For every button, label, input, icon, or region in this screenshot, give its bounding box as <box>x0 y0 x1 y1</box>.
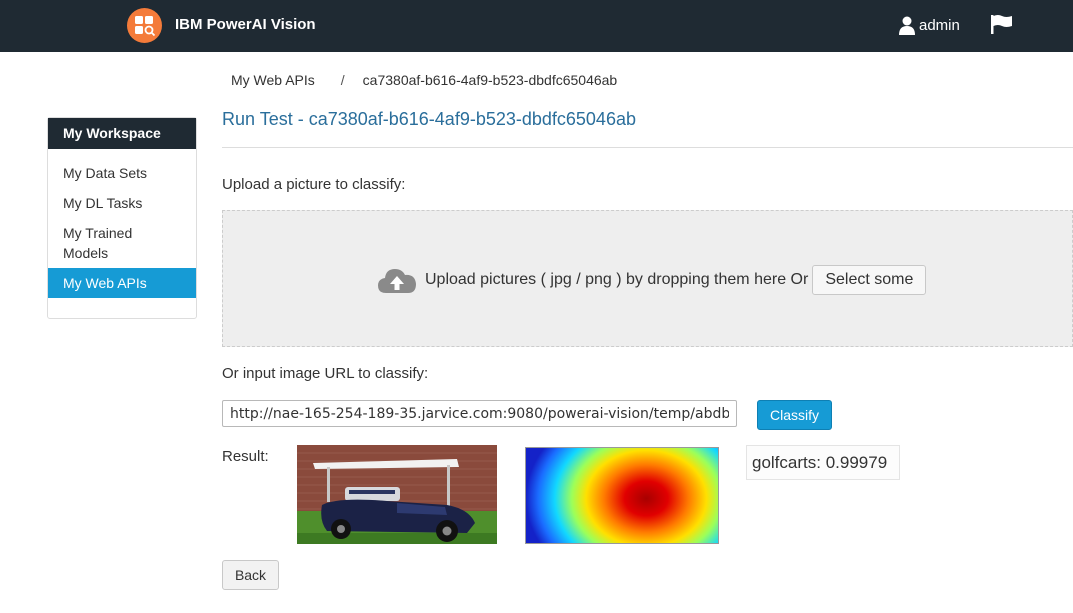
url-label: Or input image URL to classify: <box>222 365 429 382</box>
sidebar-item-dl-tasks[interactable]: My DL Tasks <box>48 193 196 213</box>
upload-dropzone[interactable]: Upload pictures ( jpg / png ) by droppin… <box>222 210 1073 347</box>
sidebar-item-data-sets[interactable]: My Data Sets <box>48 163 196 183</box>
brand-title[interactable]: IBM PowerAI Vision <box>175 16 316 33</box>
top-navbar: IBM PowerAI Vision admin <box>0 0 1073 52</box>
workspace-sidebar: My Workspace My Data Sets My DL Tasks My… <box>47 117 197 319</box>
user-menu[interactable]: admin <box>899 14 960 36</box>
result-heatmap <box>525 447 719 544</box>
result-image <box>297 445 497 544</box>
breadcrumb-current: ca7380af-b616-4af9-b523-dbdfc65046ab <box>362 72 618 88</box>
breadcrumb-parent-link[interactable]: My Web APIs <box>231 72 315 88</box>
classify-button[interactable]: Classify <box>757 400 832 430</box>
result-label: Result: <box>222 448 269 465</box>
page-title: Run Test - ca7380af-b616-4af9-b523-dbdfc… <box>222 109 636 129</box>
select-files-button[interactable]: Select some <box>812 265 927 295</box>
title-divider <box>222 147 1073 148</box>
cloud-upload-icon <box>378 269 416 293</box>
classification-result: golfcarts: 0.99979 <box>746 445 900 480</box>
dropzone-text: Upload pictures ( jpg / png ) by droppin… <box>425 271 809 288</box>
upload-label: Upload a picture to classify: <box>222 176 406 193</box>
breadcrumb-separator: / <box>340 72 345 88</box>
app-logo-icon[interactable] <box>127 8 162 43</box>
sidebar-list: My Data Sets My DL Tasks My Trained Mode… <box>48 149 196 298</box>
flag-icon[interactable] <box>990 14 1014 39</box>
user-icon <box>899 16 915 35</box>
sidebar-item-web-apis[interactable]: My Web APIs <box>48 268 196 298</box>
user-name: admin <box>919 16 960 34</box>
dropzone-content: Upload pictures ( jpg / png ) by droppin… <box>377 265 927 295</box>
sidebar-title: My Workspace <box>48 118 196 149</box>
breadcrumb: My Web APIs / ca7380af-b616-4af9-b523-db… <box>231 72 617 88</box>
sidebar-item-trained-models[interactable]: My Trained Models <box>48 223 148 263</box>
image-url-input[interactable] <box>222 400 737 427</box>
back-button[interactable]: Back <box>222 560 279 590</box>
